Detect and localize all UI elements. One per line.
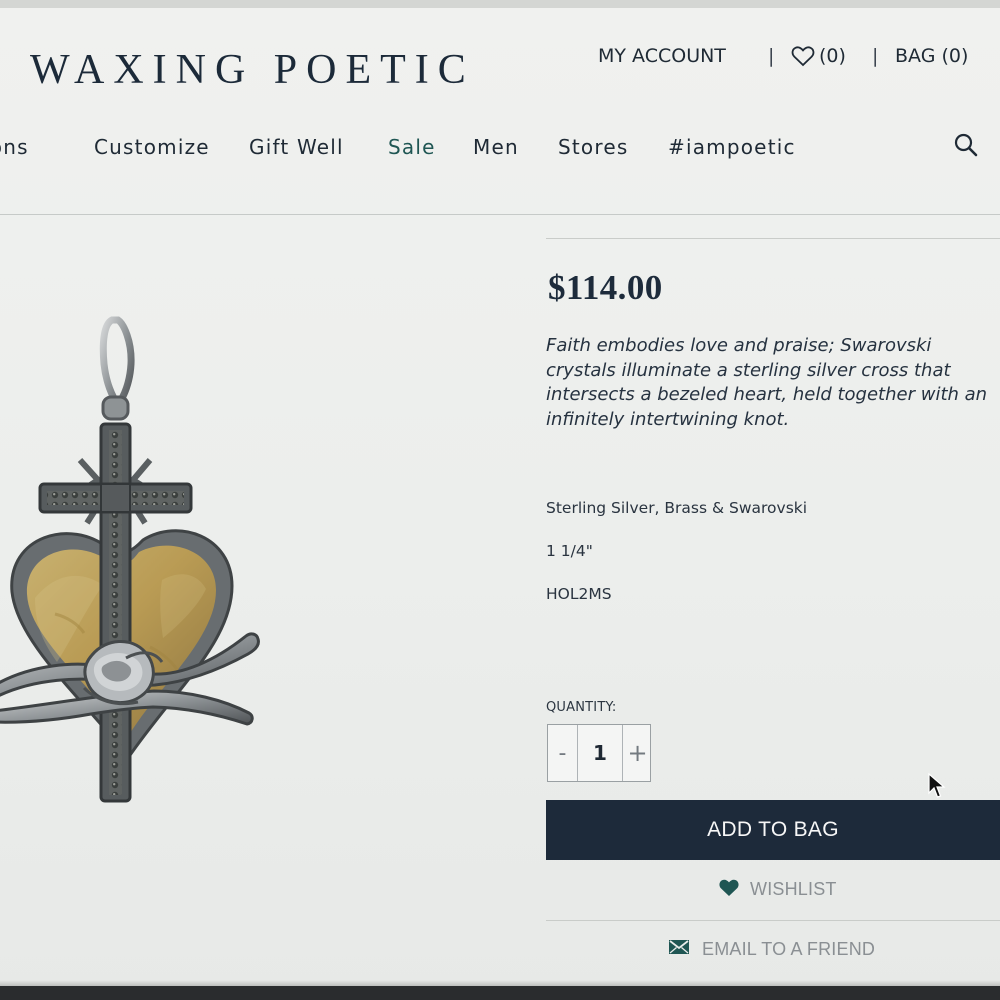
product-description: Faith embodies love and praise; Swarovsk… (546, 334, 1000, 432)
description-line-1: Faith embodies love and praise; Swarovsk… (546, 335, 932, 356)
product-image (0, 290, 290, 815)
heart-filled-icon (718, 877, 740, 902)
bottom-edge (0, 980, 1000, 1000)
description-line-2: crystals illuminate a sterling silver cr… (546, 359, 951, 381)
wishlist-button[interactable]: WISHLIST (718, 877, 837, 902)
cursor-icon (927, 772, 947, 800)
product-divider-bottom (546, 920, 1000, 921)
quantity-decrease-button[interactable]: - (548, 725, 578, 781)
quantity-stepper[interactable]: - 1 + (547, 724, 651, 782)
heart-outline-icon (791, 45, 815, 67)
nav-item-sale[interactable]: Sale (388, 135, 436, 159)
quantity-value[interactable]: 1 (578, 725, 622, 781)
search-icon[interactable] (953, 132, 979, 158)
bag-link[interactable]: BAG (0) (895, 45, 968, 67)
product-divider-top (546, 238, 1000, 239)
header-divider (0, 214, 1000, 215)
main-nav: tions Customize Gift Well Sale Men Store… (0, 135, 1000, 165)
account-separator: | (872, 45, 879, 67)
nav-item-collections[interactable]: tions (0, 135, 29, 159)
description-line-3: intersects a bezeled heart, held togethe… (546, 384, 988, 405)
nav-item-gift-well[interactable]: Gift Well (249, 135, 344, 159)
screen: WAXING POETIC MY ACCOUNT | (0) | BAG (0)… (0, 0, 1000, 1000)
top-edge (0, 0, 1000, 8)
product-price: $114.00 (548, 268, 663, 307)
product-size: 1 1/4" (546, 542, 593, 560)
envelope-icon (668, 939, 690, 960)
nav-item-customize[interactable]: Customize (94, 135, 210, 159)
quantity-increase-button[interactable]: + (622, 725, 652, 781)
wishlist-header-link[interactable]: (0) (791, 45, 846, 67)
email-friend-link[interactable]: EMAIL TO A FRIEND (668, 939, 875, 960)
quantity-label: QUANTITY: (546, 700, 617, 715)
nav-item-stores[interactable]: Stores (558, 135, 628, 159)
product-sku: HOL2MS (546, 585, 612, 603)
my-account-link[interactable]: MY ACCOUNT (598, 45, 726, 67)
add-to-bag-button[interactable]: ADD TO BAG (546, 800, 1000, 860)
brand-logo[interactable]: WAXING POETIC (30, 46, 475, 94)
wishlist-label: WISHLIST (750, 879, 837, 899)
nav-item-iampoetic[interactable]: #iampoetic (668, 135, 796, 159)
account-separator: | (768, 45, 775, 67)
description-line-4: infinitely intertwining knot. (546, 408, 790, 430)
product-materials: Sterling Silver, Brass & Swarovski (546, 499, 808, 517)
email-friend-label: EMAIL TO A FRIEND (702, 939, 876, 959)
nav-item-men[interactable]: Men (473, 135, 519, 159)
account-links: MY ACCOUNT | (0) | BAG (0) (598, 45, 993, 71)
wishlist-count: (0) (819, 45, 846, 67)
